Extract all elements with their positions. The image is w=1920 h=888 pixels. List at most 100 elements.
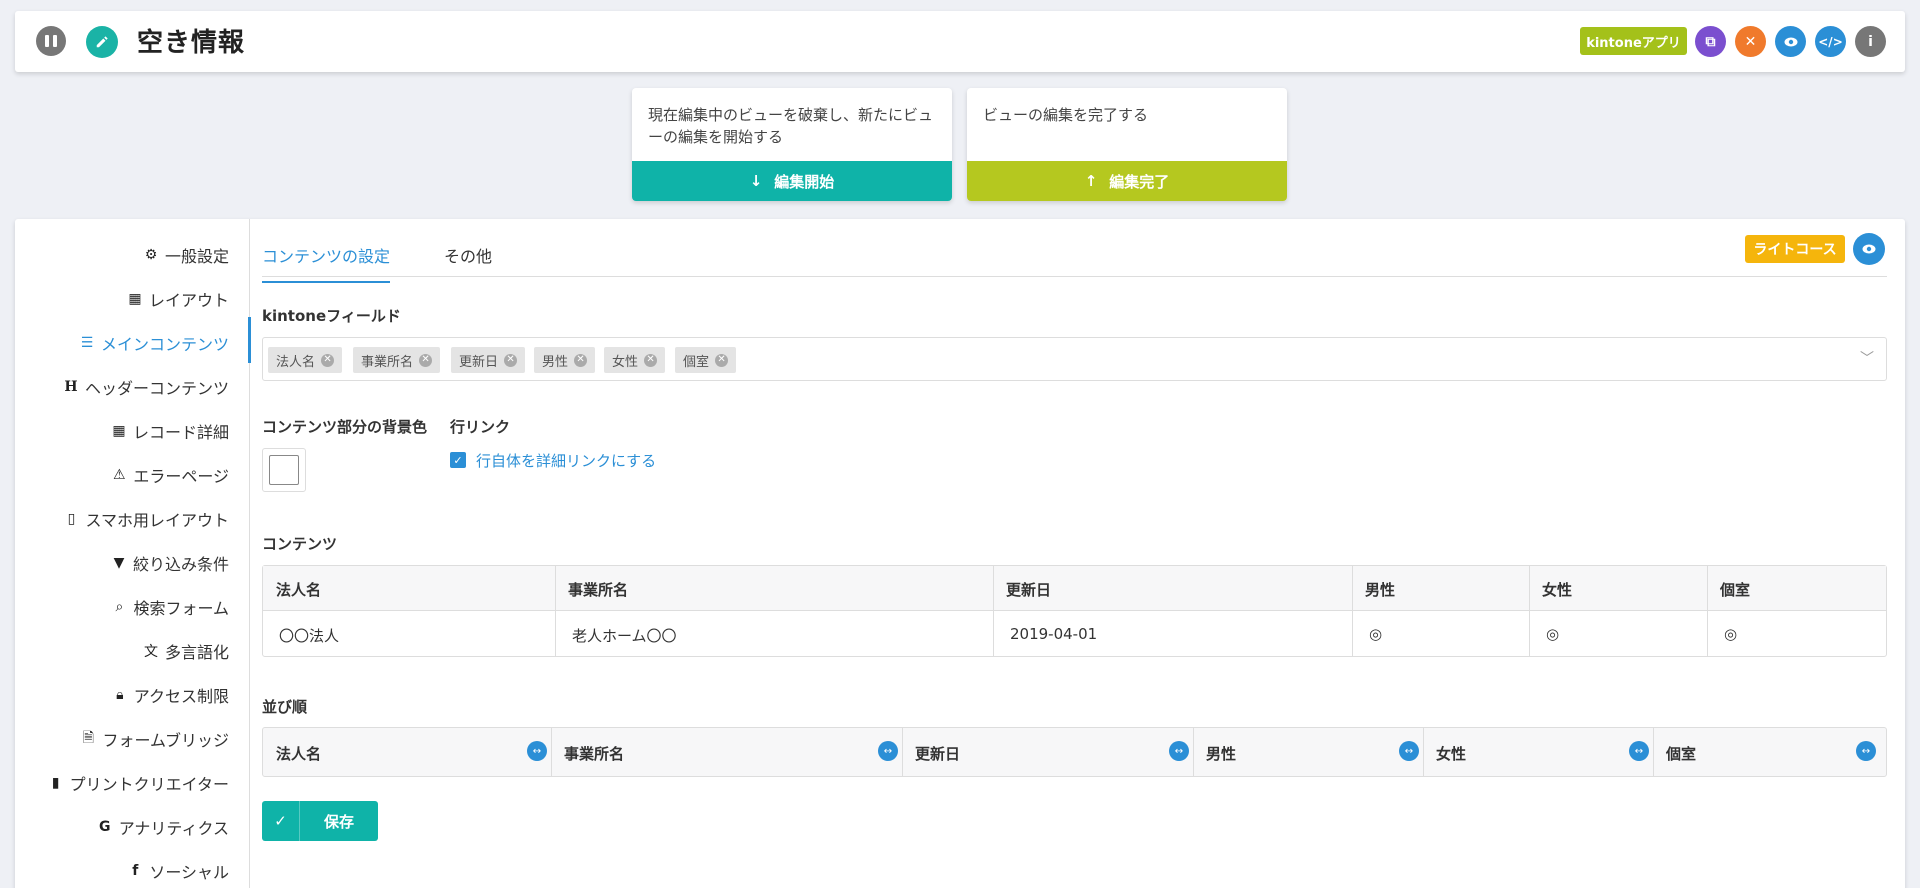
sort-label: 並び順: [262, 698, 308, 716]
contents-col-header: 更新日: [1006, 581, 1052, 599]
sidebar-item-search-form[interactable]: ⌕ 検索フォーム: [111, 592, 229, 622]
sidebar-item-form-bridge[interactable]: 🗎 フォームブリッジ: [80, 724, 229, 754]
edit-done-card: ビューの編集を完了する ↑ 編集完了: [967, 88, 1287, 201]
remove-chip-icon[interactable]: ✕: [504, 353, 518, 367]
pencil-icon: [96, 36, 108, 48]
mobile-icon: ▯: [67, 511, 76, 527]
sort-col-header: 女性: [1436, 745, 1467, 763]
pause-icon: [45, 35, 49, 47]
bg-color-label: コンテンツ部分の背景色: [262, 418, 428, 436]
sort-col-header: 男性: [1206, 745, 1237, 763]
contents-label: コンテンツ: [262, 535, 338, 553]
row-link-checkbox[interactable]: ✓: [450, 452, 466, 468]
bg-color-picker[interactable]: [262, 448, 306, 492]
gears-icon: ⚙: [144, 247, 158, 263]
contents-cell[interactable]: ◎: [1369, 625, 1382, 643]
color-swatch: [269, 455, 299, 485]
sidebar-item-header-content[interactable]: H ヘッダーコンテンツ: [63, 372, 229, 402]
info-icon[interactable]: i: [1855, 26, 1886, 57]
row-link-label: 行リンク: [450, 418, 511, 436]
chevron-down-icon: ﹀: [1860, 351, 1874, 367]
sidebar-item-social[interactable]: f ソーシャル: [127, 856, 229, 886]
contents-cell[interactable]: 〇〇法人: [279, 625, 339, 646]
sidebar-item-error-page[interactable]: ⚠ エラーページ: [111, 460, 229, 490]
sidebar-item-general[interactable]: ⚙ 一般設定: [143, 240, 229, 270]
contents-cell[interactable]: ◎: [1724, 625, 1737, 643]
close-icon[interactable]: ✕: [1735, 26, 1766, 57]
sort-toggle-icon[interactable]: ↔: [878, 741, 898, 761]
contents-cell[interactable]: 老人ホーム〇〇: [572, 625, 677, 646]
contents-col-header: 法人名: [276, 581, 322, 599]
sidebar-item-filter[interactable]: ▼ 絞り込み条件: [111, 548, 229, 578]
pause-button[interactable]: [36, 26, 66, 56]
sort-toggle-icon[interactable]: ↔: [1856, 741, 1876, 761]
page-title: 空き情報: [137, 28, 246, 58]
sidebar-item-print-creator[interactable]: ▮ プリントクリエイター: [48, 768, 229, 798]
kintone-app-button[interactable]: kintoneアプリ: [1580, 27, 1687, 55]
preview-eye-icon[interactable]: [1853, 233, 1885, 265]
header-bar: 空き情報 kintoneアプリ ⧉ ✕ </> i: [15, 11, 1905, 72]
sort-table: 法人名 ↔ 事業所名 ↔ 更新日 ↔ 男性 ↔ 女性 ↔ 個室 ↔: [262, 727, 1887, 777]
file-solid-icon: ▮: [51, 775, 60, 791]
sidebar-item-access[interactable]: 🔒︎ アクセス制限: [112, 680, 229, 710]
field-chip[interactable]: 男性 ✕: [534, 347, 596, 373]
remove-chip-icon[interactable]: ✕: [715, 353, 729, 367]
settings-panel: ⚙ 一般設定 ▦ レイアウト ☰ メインコンテンツ H ヘッダーコンテンツ ▦ レコード詳…: [15, 219, 1905, 888]
field-chip[interactable]: 女性 ✕: [604, 347, 666, 373]
sidebar-item-main-content[interactable]: ☰ メインコンテンツ: [79, 328, 229, 358]
table-grid-icon: ▦: [112, 423, 126, 439]
edit-start-card: 現在編集中のビューを破棄し、新たにビューの編集を開始する ↓ 編集開始: [632, 88, 952, 201]
tab-content-settings[interactable]: コンテンツの設定: [262, 243, 391, 283]
sidebar-item-mobile-layout[interactable]: ▯ スマホ用レイアウト: [63, 504, 229, 534]
filter-icon: ▼: [113, 555, 125, 571]
field-chip[interactable]: 法人名 ✕: [268, 347, 343, 373]
sort-col-header: 法人名: [276, 745, 322, 763]
contents-table: 法人名 事業所名 更新日 男性 女性 個室 〇〇法人 老人ホーム〇〇 2019-…: [262, 565, 1887, 657]
sidebar-item-analytics[interactable]: G アナリティクス: [97, 812, 229, 842]
sidebar: ⚙ 一般設定 ▦ レイアウト ☰ メインコンテンツ H ヘッダーコンテンツ ▦ レコード詳…: [15, 219, 251, 888]
facebook-icon: f: [132, 863, 139, 879]
tab-other[interactable]: その他: [444, 243, 492, 281]
contents-col-header: 個室: [1720, 581, 1751, 599]
field-chip[interactable]: 個室 ✕: [675, 347, 737, 373]
fields-label: kintoneフィールド: [262, 307, 401, 325]
warning-icon: ⚠: [113, 467, 126, 483]
sidebar-item-layout[interactable]: ▦ レイアウト: [127, 284, 229, 314]
list-icon: ☰: [80, 335, 94, 351]
field-chip[interactable]: 事業所名 ✕: [353, 347, 441, 373]
sort-toggle-icon[interactable]: ↔: [1629, 741, 1649, 761]
copy-icon[interactable]: ⧉: [1695, 26, 1726, 57]
save-button[interactable]: ✓ 保存: [262, 801, 378, 841]
language-icon: 文: [143, 644, 158, 660]
remove-chip-icon[interactable]: ✕: [321, 353, 335, 367]
contents-cell[interactable]: ◎: [1546, 625, 1559, 643]
edit-done-button[interactable]: ↑ 編集完了: [967, 161, 1287, 201]
contents-col-header: 女性: [1542, 581, 1573, 599]
contents-col-header: 男性: [1365, 581, 1396, 599]
code-icon[interactable]: </>: [1815, 26, 1846, 57]
sidebar-item-record-detail[interactable]: ▦ レコード詳細: [111, 416, 229, 446]
sort-toggle-icon[interactable]: ↔: [527, 741, 547, 761]
edit-start-button[interactable]: ↓ 編集開始: [632, 161, 952, 201]
remove-chip-icon[interactable]: ✕: [644, 353, 658, 367]
fields-select[interactable]: 法人名 ✕ 事業所名 ✕ 更新日 ✕ 男性 ✕ 女性 ✕ 個室 ✕ ﹀: [262, 337, 1887, 381]
edit-done-description: ビューの編集を完了する: [983, 106, 1149, 124]
sort-toggle-icon[interactable]: ↔: [1399, 741, 1419, 761]
check-icon: ✓: [262, 801, 300, 841]
lock-icon: 🔒︎: [116, 687, 124, 703]
sort-toggle-icon[interactable]: ↔: [1169, 741, 1189, 761]
edit-title-button[interactable]: [86, 26, 118, 58]
row-link-checkbox-label[interactable]: 行自体を詳細リンクにする: [476, 450, 656, 471]
arrow-up-icon: ↑: [1084, 172, 1098, 190]
contents-cell[interactable]: 2019-04-01: [1010, 625, 1097, 643]
remove-chip-icon[interactable]: ✕: [574, 353, 588, 367]
sort-col-header: 個室: [1666, 745, 1697, 763]
remove-chip-icon[interactable]: ✕: [419, 353, 433, 367]
eye-icon[interactable]: [1775, 26, 1806, 57]
sidebar-item-i18n[interactable]: 文多言語化: [143, 636, 229, 666]
grid-icon: ▦: [128, 291, 142, 307]
heading-icon: H: [64, 379, 78, 395]
field-chip[interactable]: 更新日 ✕: [451, 347, 526, 373]
contents-col-header: 事業所名: [568, 581, 629, 599]
contents-table-header: [263, 566, 1886, 611]
